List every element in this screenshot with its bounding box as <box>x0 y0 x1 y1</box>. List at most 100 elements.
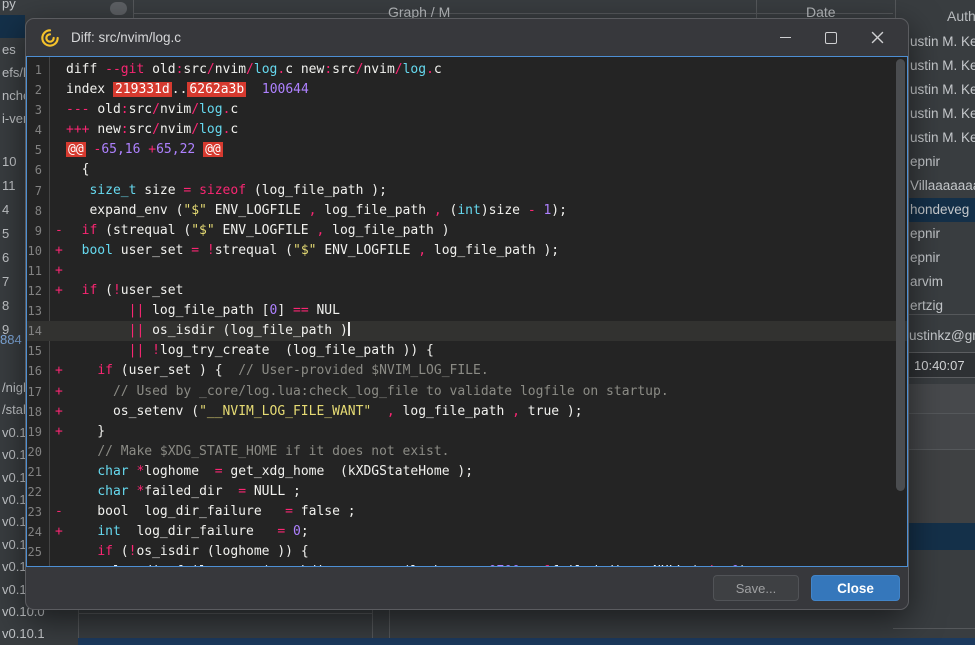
diff-marker: + <box>55 422 66 442</box>
diff-marker: - <box>55 502 66 522</box>
bg-scrollbar-nub[interactable] <box>110 2 127 15</box>
left-tags-item[interactable]: v0.1 <box>0 489 25 511</box>
line-number: 9 <box>27 221 49 241</box>
left-tags-item[interactable]: v0.1 <box>0 534 25 556</box>
left-tags-item[interactable]: v0.1 <box>0 511 25 533</box>
left-tags-item[interactable]: v0.1 <box>0 422 25 444</box>
code-line: 26 log_dir_failure = (os_mkdir_recurse (… <box>27 562 907 567</box>
code-line: 19+ } <box>27 422 907 442</box>
minimize-button[interactable] <box>762 23 808 53</box>
author-rows-item[interactable]: epnir <box>909 150 975 174</box>
bg-time-field[interactable]: 10:40:07 <box>906 352 975 378</box>
code-line: 5 @@ -65,16 +65,22 @@ <box>27 140 907 160</box>
code-text: +++ new:src/nvim/log.c <box>66 120 907 140</box>
code-line: 4 +++ new:src/nvim/log.c <box>27 120 907 140</box>
bg-commit-email: ustinkz@gm <box>909 328 975 343</box>
bg-column-header-author[interactable]: Auth <box>947 8 975 24</box>
left-top-item[interactable]: efs/h <box>0 61 25 84</box>
author-rows-item[interactable]: ustin M. Key <box>909 54 975 78</box>
window-close-button[interactable] <box>854 23 900 53</box>
diff-marker <box>55 562 66 567</box>
bg-sidebar-ref[interactable]: 884 <box>0 330 25 350</box>
code-line: 22 char *failed_dir = NULL ; <box>27 482 907 502</box>
code-line: 13 || log_file_path [0] == NUL <box>27 301 907 321</box>
line-number: 2 <box>27 80 49 100</box>
code-text: expand_env ("$" ENV_LOGFILE , log_file_p… <box>66 201 907 221</box>
diff-marker <box>55 321 66 341</box>
author-rows-item[interactable]: ustin M. Key <box>909 78 975 102</box>
diff-marker <box>55 542 66 562</box>
left-tags-item[interactable]: v0.1 <box>0 579 25 601</box>
line-number: 25 <box>27 542 49 562</box>
diff-marker: + <box>55 361 66 381</box>
code-line: 9- if (strequal ("$" ENV_LOGFILE , log_f… <box>27 221 907 241</box>
code-line: 8 expand_env ("$" ENV_LOGFILE , log_file… <box>27 201 907 221</box>
diff-marker <box>55 120 66 140</box>
maximize-icon <box>825 32 837 44</box>
author-rows-item[interactable]: arvim <box>909 270 975 294</box>
left-tags-item[interactable]: v0.10.1 <box>0 623 25 645</box>
code-text: @@ -65,16 +65,22 @@ <box>66 140 907 160</box>
diff-marker: + <box>55 261 66 281</box>
diff-marker <box>55 201 66 221</box>
author-rows-item[interactable]: epnir <box>909 222 975 246</box>
dialog-titlebar[interactable]: Diff: src/nvim/log.c <box>26 19 908 56</box>
code-line: 1diff --git old:src/nvim/log.c new:src/n… <box>27 60 907 80</box>
author-rows-item[interactable]: ustin M. Key <box>909 126 975 150</box>
close-button[interactable]: Close <box>811 575 900 601</box>
diff-marker <box>55 442 66 462</box>
bg-column-separator-author <box>895 0 896 18</box>
left-top-item[interactable]: i-ver <box>0 107 25 130</box>
diff-marker <box>55 482 66 502</box>
save-button[interactable]: Save... <box>713 575 799 601</box>
code-scrollbar[interactable] <box>896 59 905 491</box>
line-number: 5 <box>27 140 49 160</box>
left-tags-item[interactable]: v0.1 <box>0 467 25 489</box>
author-rows-item[interactable]: ustin M. Key <box>909 102 975 126</box>
diff-marker: + <box>55 241 66 261</box>
left-top-item[interactable]: es <box>0 38 25 61</box>
code-line: 15 || !log_try_create (log_file_path )) … <box>27 341 907 361</box>
author-rows-item[interactable]: Villaaaaaaa <box>909 174 975 198</box>
maximize-button[interactable] <box>808 23 854 53</box>
left-tags-item[interactable]: /stab <box>0 399 25 421</box>
line-number: 6 <box>27 160 49 180</box>
left-tags-item[interactable]: /nigh <box>0 377 25 399</box>
bg-sidebar-top-list: py esefs/hnchei-ver <box>0 0 25 130</box>
author-rows-item[interactable]: epnir <box>909 246 975 270</box>
code-line: 25 if (!os_isdir (loghome )) { <box>27 542 907 562</box>
code-line: 7 size_t size = sizeof (log_file_path ); <box>27 181 907 201</box>
code-text: bool user_set = !strequal ("$" ENV_LOGFI… <box>66 241 907 261</box>
line-number: 19 <box>27 422 49 442</box>
line-number: 23 <box>27 502 49 522</box>
left-tags-item[interactable]: v0.1 <box>0 556 25 578</box>
left-tags-item[interactable]: v0.10.0 <box>0 601 25 623</box>
code-line: 23- bool log_dir_failure = false ; <box>27 502 907 522</box>
left-top-item[interactable]: nche <box>0 84 25 107</box>
code-line: 11+ <box>27 261 907 281</box>
bg-sidebar-tag-list: /nigh/stabv0.1v0.1v0.1v0.1v0.1v0.1v0.1v0… <box>0 377 25 645</box>
bg-sidebar-number-list: 1011456789 <box>0 150 25 342</box>
text-cursor <box>348 322 350 336</box>
line-number: 4 <box>27 120 49 140</box>
code-text: if (user_set ) { // User-provided $NVIM_… <box>66 361 907 381</box>
left-nums-item: 4 <box>0 198 25 222</box>
left-nums-item: 10 <box>0 150 25 174</box>
line-number: 22 <box>27 482 49 502</box>
desktop: Graph / M Date Auth pyesefs/hnchei-ver 1… <box>0 0 975 645</box>
bg-panel-border <box>133 0 134 18</box>
diff-code-area[interactable]: 1diff --git old:src/nvim/log.c new:src/n… <box>26 56 908 567</box>
bg-header-underline <box>133 13 893 14</box>
left-top-item[interactable]: py <box>0 0 25 15</box>
left-top-item[interactable] <box>0 15 25 38</box>
author-rows-item[interactable]: hondeveg <box>909 198 975 222</box>
bg-right-bottom-line <box>893 628 975 629</box>
diff-marker: - <box>55 221 66 241</box>
code-line: 24+ int log_dir_failure = 0; <box>27 522 907 542</box>
author-rows-item[interactable]: ustin M. Key <box>909 30 975 54</box>
code-text: --- old:src/nvim/log.c <box>66 100 907 120</box>
code-text: os_setenv ("__NVIM_LOG_FILE_WANT" , log_… <box>66 402 907 422</box>
left-tags-item[interactable]: v0.1 <box>0 444 25 466</box>
close-icon <box>871 31 884 44</box>
diff-marker <box>55 100 66 120</box>
